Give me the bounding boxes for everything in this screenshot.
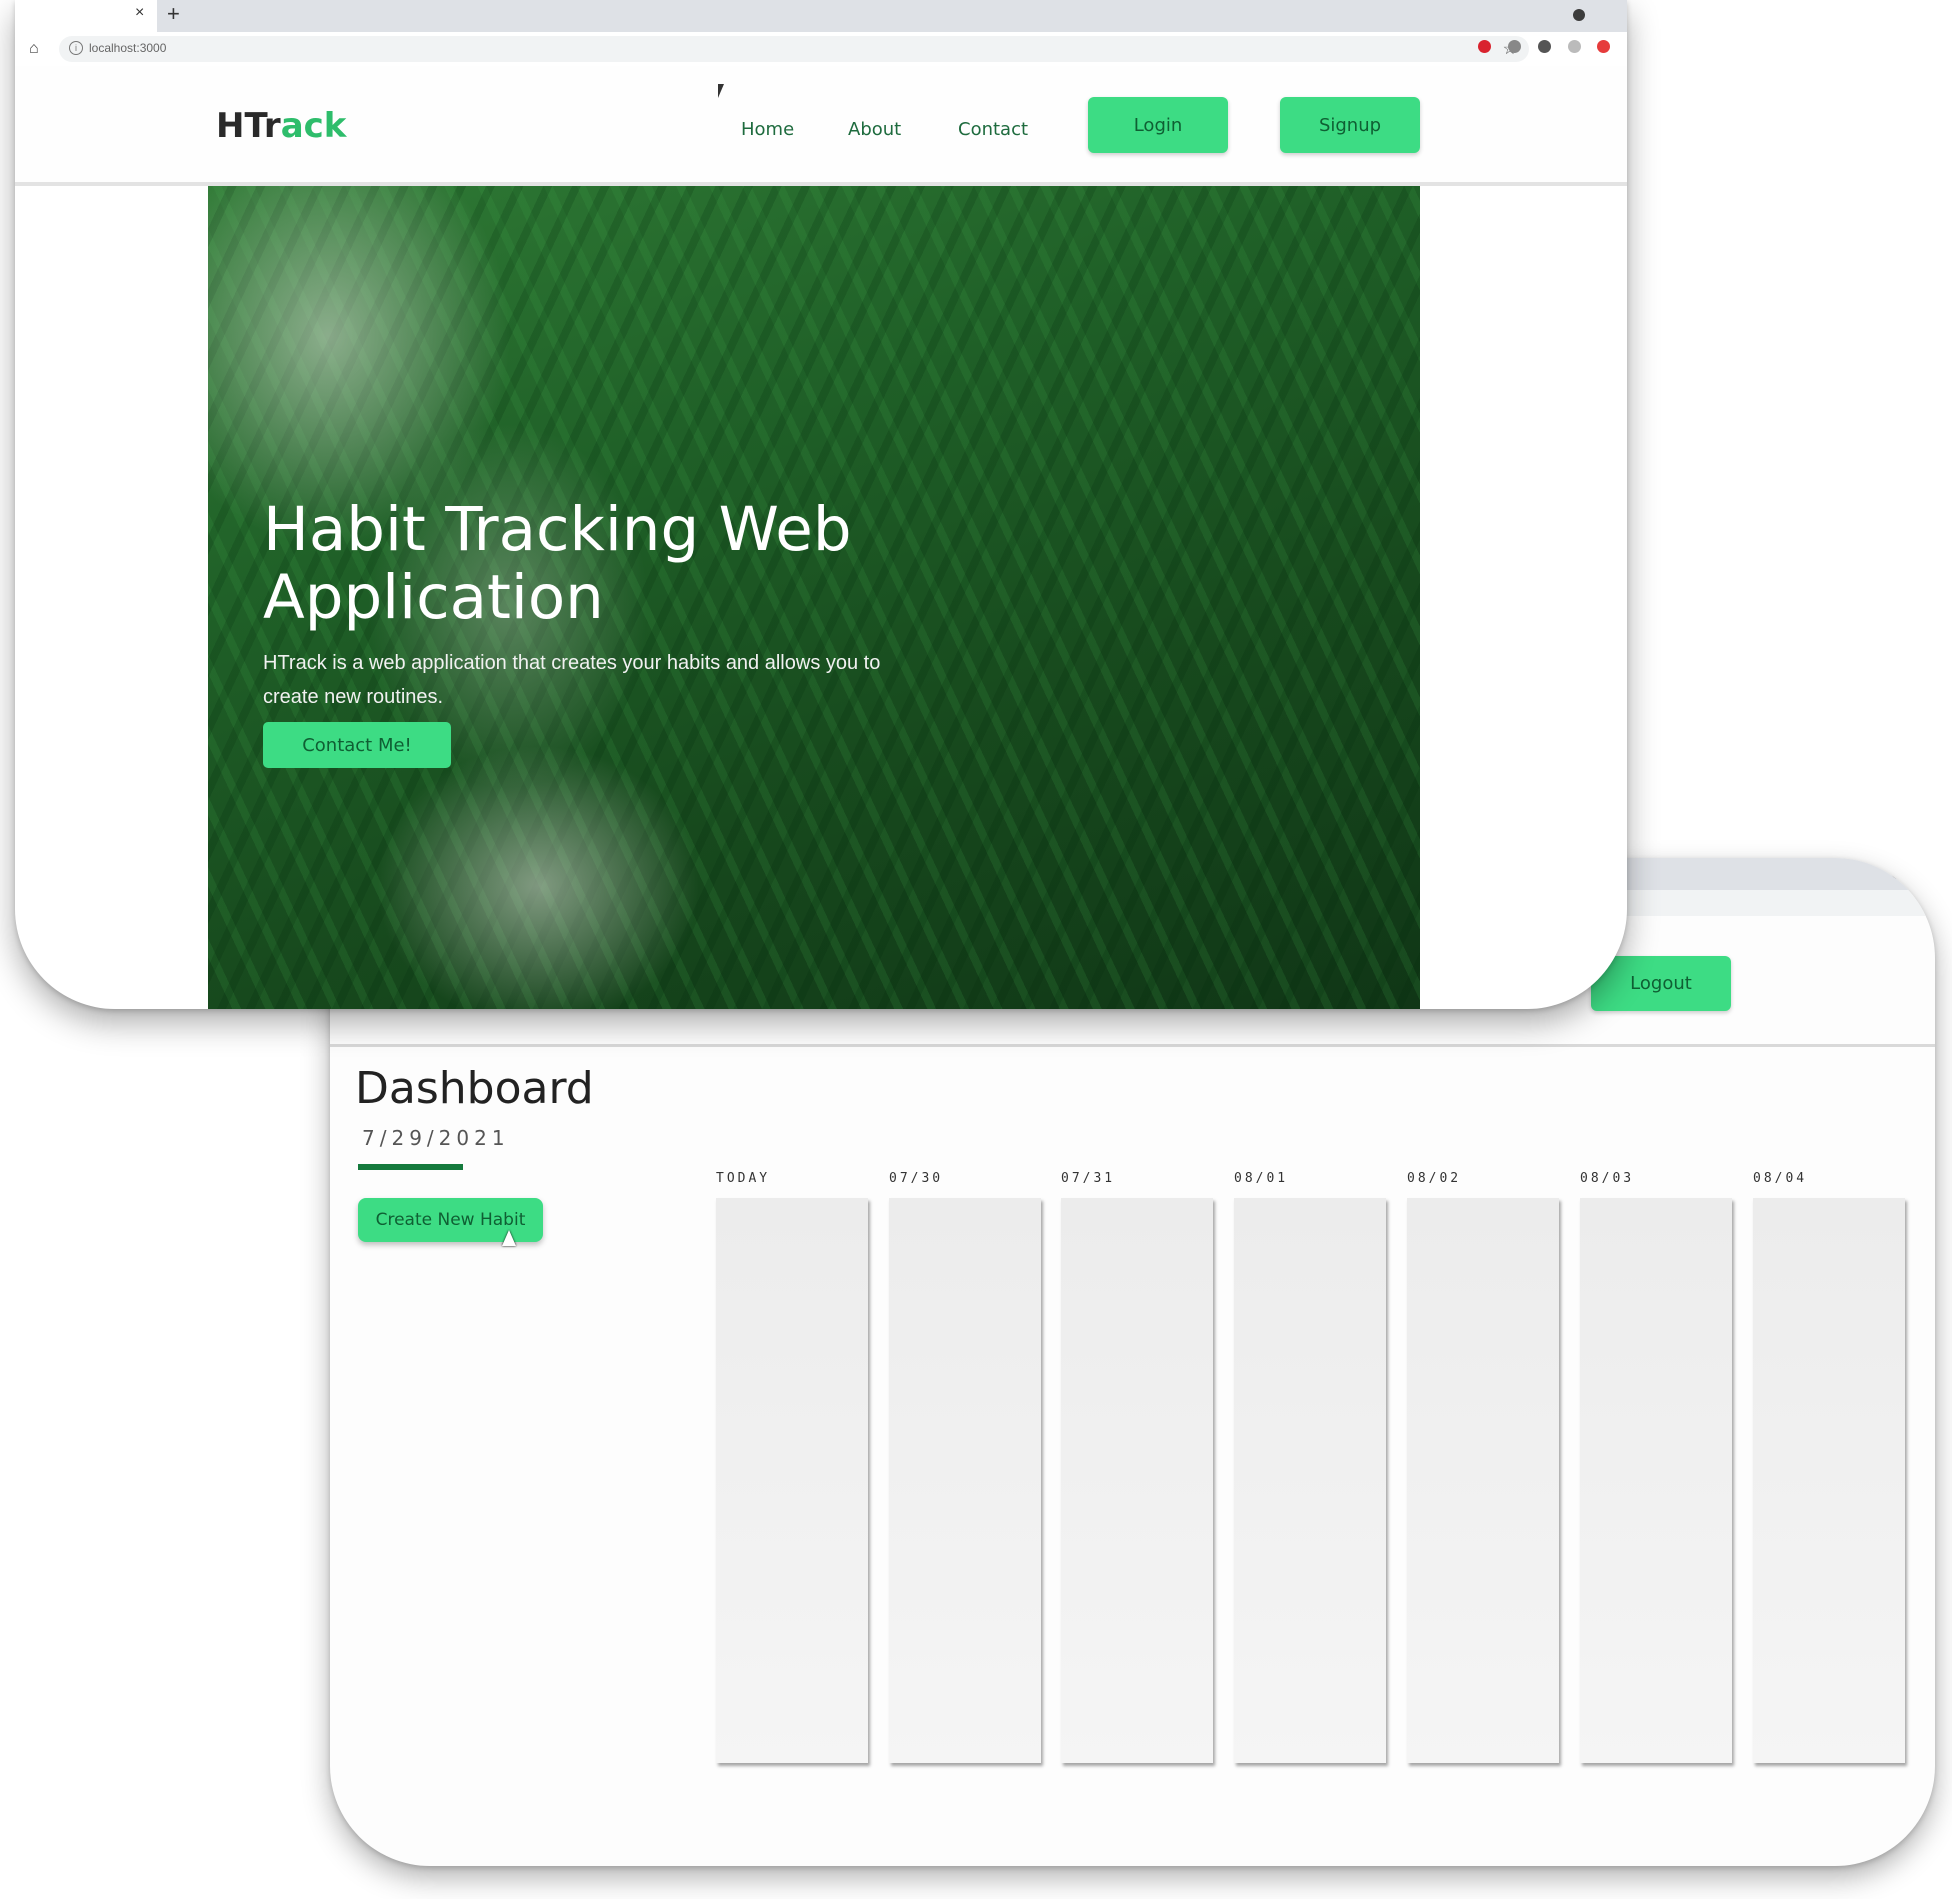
day-label-0731: 07/31 <box>1061 1171 1116 1186</box>
current-date: 7/29/2021 <box>362 1126 510 1150</box>
day-column-0804[interactable] <box>1753 1198 1905 1763</box>
hero-description: HTrack is a web application that creates… <box>263 652 881 708</box>
logo-part-dark: HTr <box>216 106 281 146</box>
extension-pdf-icon[interactable] <box>1597 40 1610 53</box>
dashboard-title: Dashboard <box>355 1063 594 1114</box>
day-column-0730[interactable] <box>889 1198 1041 1763</box>
home-icon[interactable]: ⌂ <box>29 40 39 58</box>
day-label-0804: 08/04 <box>1753 1171 1808 1186</box>
day-label-0803: 08/03 <box>1580 1171 1635 1186</box>
day-label-today: TODAY <box>716 1171 771 1186</box>
close-icon[interactable]: × <box>135 4 144 22</box>
browser-tab[interactable]: × <box>15 0 157 32</box>
info-icon[interactable]: i <box>69 41 83 55</box>
day-label-0730: 07/30 <box>889 1171 944 1186</box>
mouse-cursor-icon <box>502 1230 516 1246</box>
htrack-logo[interactable]: HTrack <box>216 106 346 146</box>
day-column-0803[interactable] <box>1580 1198 1732 1763</box>
hero-forest-image: Habit Tracking Web Application HTrack is… <box>208 186 1420 1009</box>
extension-globe-icon[interactable] <box>1508 40 1521 53</box>
plus-icon[interactable]: + <box>167 1 180 27</box>
nav-home[interactable]: Home <box>741 119 794 140</box>
browser-toolbar: ⌂ i localhost:3000 ☆ <box>15 32 1627 66</box>
extension-grid-icon[interactable] <box>1538 40 1551 53</box>
day-column-0802[interactable] <box>1407 1198 1559 1763</box>
day-label-0801: 08/01 <box>1234 1171 1289 1186</box>
day-column-today[interactable] <box>716 1198 868 1763</box>
logout-button[interactable]: Logout <box>1591 956 1731 1011</box>
browser-tab-bar: × + <box>15 0 1627 32</box>
hero-title: Habit Tracking Web Application <box>263 494 852 633</box>
url-text[interactable]: localhost:3000 <box>89 41 166 55</box>
day-column-0731[interactable] <box>1061 1198 1213 1763</box>
profile-icon[interactable] <box>1573 9 1585 21</box>
login-button[interactable]: Login <box>1088 97 1228 153</box>
date-underline <box>358 1164 463 1170</box>
nav-about[interactable]: About <box>848 119 901 140</box>
nav-contact[interactable]: Contact <box>958 119 1028 140</box>
day-column-0801[interactable] <box>1234 1198 1386 1763</box>
logo-part-green: ack <box>280 106 347 146</box>
dashboard-window: Logout Dashboard 7/29/2021 Create New Ha… <box>330 858 1935 1866</box>
site-header: HTrack Home About Contact Login Signup <box>15 66 1627 182</box>
header-divider <box>330 1044 1935 1047</box>
contact-me-button[interactable]: Contact Me! <box>263 722 451 768</box>
address-bar[interactable]: i localhost:3000 ☆ <box>59 36 1529 62</box>
landing-window: × + ⌂ i localhost:3000 ☆ HTrack Home Abo… <box>15 0 1627 1009</box>
signup-button[interactable]: Signup <box>1280 97 1420 153</box>
mouse-cursor-icon <box>718 84 724 98</box>
extension-shield-icon[interactable] <box>1478 40 1491 53</box>
day-label-0802: 08/02 <box>1407 1171 1462 1186</box>
extension-window-icon[interactable] <box>1568 40 1581 53</box>
profile-icon[interactable] <box>1891 868 1903 880</box>
